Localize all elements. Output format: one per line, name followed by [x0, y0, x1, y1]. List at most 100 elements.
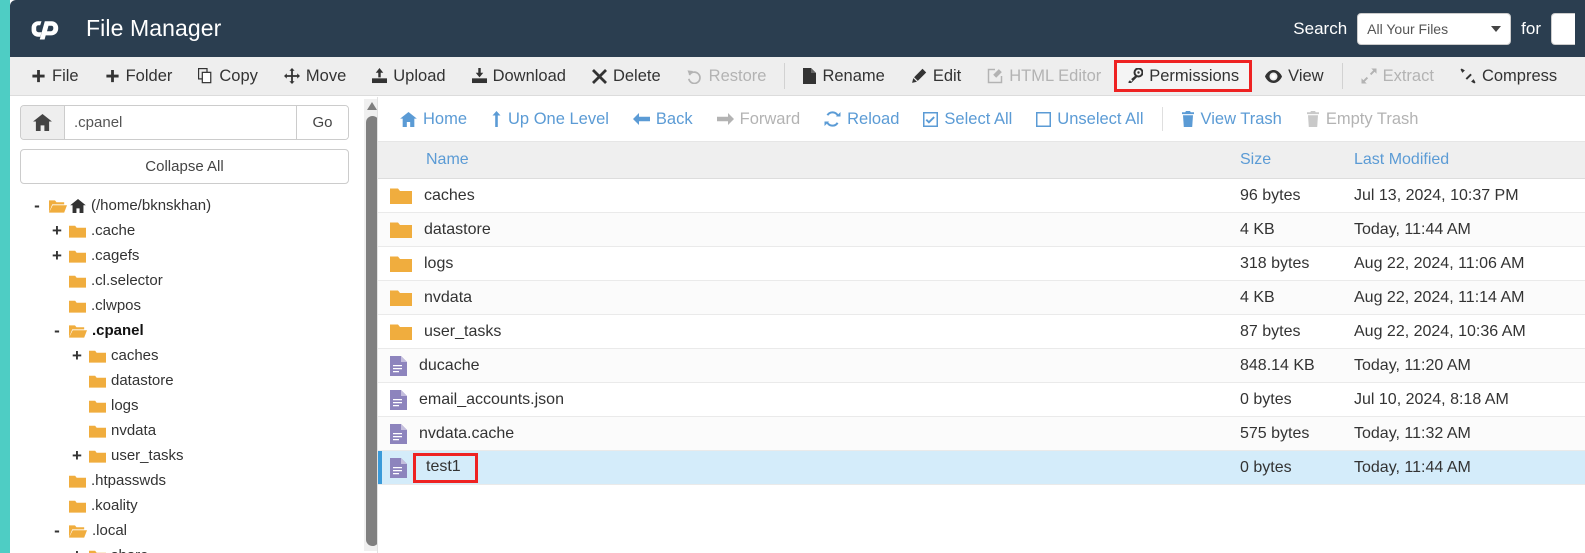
search-input[interactable] — [1551, 12, 1575, 45]
folder-open-icon — [69, 324, 87, 338]
nav-select-all-button[interactable]: Select All — [911, 104, 1024, 134]
directory-tree: - (/home/bknskhan) + .cache + .cagefs .cl.sel… — [20, 193, 367, 553]
collapse-all-button[interactable]: Collapse All — [20, 149, 349, 184]
download-button[interactable]: Download — [459, 60, 579, 92]
expand-icon[interactable]: + — [70, 447, 84, 464]
main-toolbar: File Folder Copy Move Upload Download De… — [10, 57, 1585, 96]
tree-node-user_tasks[interactable]: + user_tasks — [20, 443, 367, 468]
permissions-button[interactable]: Permissions — [1114, 60, 1253, 92]
tree-node-caches[interactable]: + caches — [20, 343, 367, 368]
extract-button[interactable]: Extract — [1348, 60, 1447, 92]
move-button[interactable]: Move — [271, 60, 359, 92]
expand-icon[interactable]: + — [50, 247, 64, 264]
file-icon — [390, 389, 407, 410]
restore-button[interactable]: Restore — [674, 60, 780, 92]
nav-view-trash-button[interactable]: View Trash — [1169, 104, 1294, 134]
expand-icon[interactable]: + — [50, 222, 64, 239]
nav-reload-button[interactable]: Reload — [812, 104, 911, 134]
nav-unselect-all-button[interactable]: Unselect All — [1024, 104, 1155, 134]
file-modified-cell: Today, 11:32 AM — [1354, 424, 1471, 442]
tree-node-datastore[interactable]: datastore — [20, 368, 367, 393]
file-name-cell[interactable]: email_accounts.json — [378, 389, 1240, 410]
file-panel: Home Up One Level Back Forward Reload Se… — [378, 97, 1585, 553]
body-container: .cpanel Go Collapse All - (/home/bknskhan… — [10, 97, 1585, 553]
folder-icon — [89, 549, 106, 553]
file-name: user_tasks — [424, 322, 502, 340]
file-name-cell[interactable]: datastore — [378, 221, 1240, 239]
column-header-name[interactable]: Name — [378, 151, 1240, 169]
tree-node-share[interactable]: + share — [20, 543, 367, 553]
table-row[interactable]: nvdata.cache 575 bytes Today, 11:32 AM — [378, 417, 1585, 451]
column-header-size[interactable]: Size — [1240, 151, 1340, 169]
nav-forward-button[interactable]: Forward — [705, 104, 813, 134]
file-size-cell: 0 bytes — [1240, 390, 1292, 408]
upload-button[interactable]: Upload — [359, 60, 458, 92]
tree-node-nvdata[interactable]: nvdata — [20, 418, 367, 443]
table-row[interactable]: caches 96 bytes Jul 13, 2024, 10:37 PM — [378, 179, 1585, 213]
path-input[interactable]: .cpanel — [65, 106, 296, 139]
sidebar-scrollbar[interactable] — [364, 99, 377, 551]
file-name: nvdata — [424, 288, 473, 306]
collapse-icon[interactable]: - — [50, 522, 64, 539]
file-name: ducache — [419, 356, 480, 374]
file-name-cell[interactable]: nvdata.cache — [378, 423, 1240, 444]
undo-icon — [687, 69, 703, 84]
expand-icon[interactable]: + — [70, 547, 84, 553]
table-row[interactable]: user_tasks 87 bytes Aug 22, 2024, 10:36 AM — [378, 315, 1585, 349]
table-row[interactable]: logs 318 bytes Aug 22, 2024, 11:06 AM — [378, 247, 1585, 281]
tree-node-cagefs[interactable]: + .cagefs — [20, 243, 367, 268]
go-button[interactable]: Go — [296, 106, 348, 139]
edit-button[interactable]: Edit — [898, 60, 974, 92]
file-name-cell[interactable]: test1 — [378, 452, 1240, 483]
file-name-cell[interactable]: ducache — [378, 355, 1240, 376]
collapse-icon[interactable]: - — [50, 322, 64, 339]
compress-button[interactable]: Compress — [1447, 60, 1570, 92]
file-name-cell[interactable]: user_tasks — [378, 323, 1240, 341]
tree-node-local[interactable]: - .local — [20, 518, 367, 543]
expand-icon[interactable]: + — [70, 347, 84, 364]
nav-home-button[interactable]: Home — [388, 104, 479, 134]
table-row[interactable]: datastore 4 KB Today, 11:44 AM — [378, 213, 1585, 247]
copy-button[interactable]: Copy — [185, 60, 271, 92]
home-icon[interactable] — [21, 106, 65, 139]
nav-back-button[interactable]: Back — [621, 104, 705, 134]
table-row[interactable]: test1 0 bytes Today, 11:44 AM — [378, 451, 1585, 485]
view-button[interactable]: View — [1252, 60, 1336, 92]
html-editor-button[interactable]: HTML Editor — [974, 60, 1114, 92]
up-arrow-icon — [491, 111, 502, 127]
header-search-area: Search All Your Files for — [1293, 12, 1575, 45]
table-row[interactable]: email_accounts.json 0 bytes Jul 10, 2024, … — [378, 383, 1585, 417]
search-scope-select[interactable]: All Your Files — [1357, 12, 1512, 45]
new-folder-button[interactable]: Folder — [92, 60, 186, 92]
tree-node-koality[interactable]: .koality — [20, 493, 367, 518]
tree-node-cache[interactable]: + .cache — [20, 218, 367, 243]
tree-node-cpanel[interactable]: - .cpanel — [20, 318, 367, 343]
file-name-cell[interactable]: nvdata — [378, 289, 1240, 307]
rename-button[interactable]: Rename — [790, 60, 897, 92]
delete-button[interactable]: Delete — [579, 60, 674, 92]
file-name-cell[interactable]: logs — [378, 255, 1240, 273]
scroll-up-arrow-icon[interactable] — [367, 102, 377, 110]
file-modified-cell: Today, 11:44 AM — [1354, 458, 1471, 476]
file-name-cell[interactable]: caches — [378, 187, 1240, 205]
file-name: datastore — [424, 220, 491, 238]
tree-node-htpasswds[interactable]: .htpasswds — [20, 468, 367, 493]
table-row[interactable]: nvdata 4 KB Aug 22, 2024, 11:14 AM — [378, 281, 1585, 315]
table-row[interactable]: ducache 848.14 KB Today, 11:20 AM — [378, 349, 1585, 383]
nav-up-label: Up One Level — [508, 109, 609, 128]
tree-node-homebknskhan[interactable]: - (/home/bknskhan) — [20, 193, 367, 218]
column-header-last-modified[interactable]: Last Modified — [1340, 151, 1585, 169]
new-file-button[interactable]: File — [18, 60, 92, 92]
nav-up-one-level-button[interactable]: Up One Level — [479, 104, 621, 134]
tree-node-label: datastore — [111, 372, 174, 389]
tree-node-clwpos[interactable]: .clwpos — [20, 293, 367, 318]
tree-node-label: .cagefs — [91, 247, 140, 264]
scrollbar-thumb[interactable] — [366, 116, 377, 546]
nav-empty-trash-button[interactable]: Empty Trash — [1294, 104, 1431, 134]
tree-node-logs[interactable]: logs — [20, 393, 367, 418]
tree-node-clselector[interactable]: .cl.selector — [20, 268, 367, 293]
file-name: logs — [424, 254, 454, 272]
collapse-icon[interactable]: - — [30, 197, 44, 214]
